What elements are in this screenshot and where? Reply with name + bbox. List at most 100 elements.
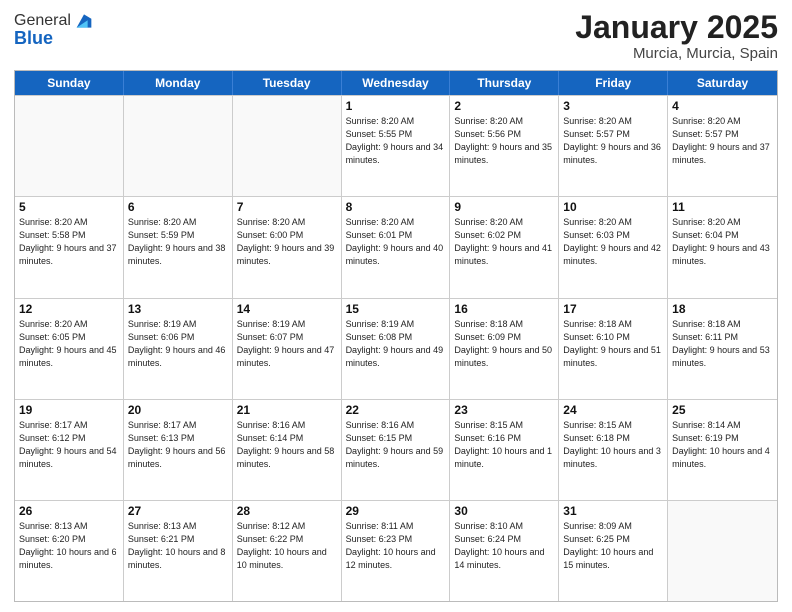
calendar-cell (124, 96, 233, 196)
day-number: 1 (346, 99, 446, 113)
calendar-cell: 6 Sunrise: 8:20 AM Sunset: 5:59 PM Daylig… (124, 197, 233, 297)
cell-info: Sunrise: 8:15 AM Sunset: 6:16 PM Dayligh… (454, 419, 554, 471)
day-number: 25 (672, 403, 773, 417)
calendar-cell: 24Sunrise: 8:15 AM Sunset: 6:18 PM Dayli… (559, 400, 668, 500)
calendar-cell: 17Sunrise: 8:18 AM Sunset: 6:10 PM Dayli… (559, 299, 668, 399)
day-number: 5 (19, 200, 119, 214)
day-number: 3 (563, 99, 663, 113)
day-number: 6 (128, 200, 228, 214)
cell-info: Sunrise: 8:20 AM Sunset: 5:58 PM Dayligh… (19, 216, 119, 268)
weekday-header: Wednesday (342, 71, 451, 95)
calendar-cell: 29 Sunrise: 8:11 AM Sunset: 6:23 PM Dayli… (342, 501, 451, 601)
cell-info: Sunrise: 8:20 AM Sunset: 5:56 PM Dayligh… (454, 115, 554, 167)
cell-info: Sunrise: 8:14 AM Sunset: 6:19 PM Dayligh… (672, 419, 773, 471)
cell-info: Sunrise: 8:13 AM Sunset: 6:21 PM Dayligh… (128, 520, 228, 572)
calendar-cell: 4 Sunrise: 8:20 AM Sunset: 5:57 PM Daylig… (668, 96, 777, 196)
calendar-cell: 20 Sunrise: 8:17 AM Sunset: 6:13 PM Dayli… (124, 400, 233, 500)
calendar-cell: 12 Sunrise: 8:20 AM Sunset: 6:05 PM Dayli… (15, 299, 124, 399)
cell-info: Sunrise: 8:10 AM Sunset: 6:24 PM Dayligh… (454, 520, 554, 572)
day-number: 30 (454, 504, 554, 518)
calendar-row: 5 Sunrise: 8:20 AM Sunset: 5:58 PM Daylig… (15, 196, 777, 297)
calendar-cell: 9 Sunrise: 8:20 AM Sunset: 6:02 PM Daylig… (450, 197, 559, 297)
cell-info: Sunrise: 8:17 AM Sunset: 6:12 PM Dayligh… (19, 419, 119, 471)
day-number: 18 (672, 302, 773, 316)
day-number: 16 (454, 302, 554, 316)
day-number: 29 (346, 504, 446, 518)
title-block: January 2025 Murcia, Murcia, Spain (575, 10, 778, 62)
cell-info: Sunrise: 8:12 AM Sunset: 6:22 PM Dayligh… (237, 520, 337, 572)
day-number: 9 (454, 200, 554, 214)
calendar-cell: 23Sunrise: 8:15 AM Sunset: 6:16 PM Dayli… (450, 400, 559, 500)
day-number: 26 (19, 504, 119, 518)
cell-info: Sunrise: 8:19 AM Sunset: 6:07 PM Dayligh… (237, 318, 337, 370)
cell-info: Sunrise: 8:17 AM Sunset: 6:13 PM Dayligh… (128, 419, 228, 471)
calendar-cell: 1 Sunrise: 8:20 AM Sunset: 5:55 PM Daylig… (342, 96, 451, 196)
calendar-cell: 5 Sunrise: 8:20 AM Sunset: 5:58 PM Daylig… (15, 197, 124, 297)
calendar-cell (668, 501, 777, 601)
cell-info: Sunrise: 8:20 AM Sunset: 5:57 PM Dayligh… (672, 115, 773, 167)
calendar-cell: 7Sunrise: 8:20 AM Sunset: 6:00 PM Daylig… (233, 197, 342, 297)
day-number: 15 (346, 302, 446, 316)
calendar-row: 1 Sunrise: 8:20 AM Sunset: 5:55 PM Daylig… (15, 95, 777, 196)
calendar-cell: 21 Sunrise: 8:16 AM Sunset: 6:14 PM Dayli… (233, 400, 342, 500)
calendar-row: 12 Sunrise: 8:20 AM Sunset: 6:05 PM Dayli… (15, 298, 777, 399)
weekday-header: Thursday (450, 71, 559, 95)
calendar-cell: 18 Sunrise: 8:18 AM Sunset: 6:11 PM Dayli… (668, 299, 777, 399)
month-title: January 2025 (575, 10, 778, 45)
cell-info: Sunrise: 8:19 AM Sunset: 6:08 PM Dayligh… (346, 318, 446, 370)
cell-info: Sunrise: 8:09 AM Sunset: 6:25 PM Dayligh… (563, 520, 663, 572)
weekday-header: Friday (559, 71, 668, 95)
day-number: 12 (19, 302, 119, 316)
calendar-cell: 13Sunrise: 8:19 AM Sunset: 6:06 PM Dayli… (124, 299, 233, 399)
day-number: 14 (237, 302, 337, 316)
cell-info: Sunrise: 8:16 AM Sunset: 6:15 PM Dayligh… (346, 419, 446, 471)
day-number: 21 (237, 403, 337, 417)
calendar-body: 1 Sunrise: 8:20 AM Sunset: 5:55 PM Daylig… (15, 95, 777, 601)
calendar-cell: 26 Sunrise: 8:13 AM Sunset: 6:20 PM Dayli… (15, 501, 124, 601)
logo-icon (73, 10, 95, 32)
calendar-row: 26 Sunrise: 8:13 AM Sunset: 6:20 PM Dayli… (15, 500, 777, 601)
cell-info: Sunrise: 8:20 AM Sunset: 6:05 PM Dayligh… (19, 318, 119, 370)
day-number: 8 (346, 200, 446, 214)
calendar-cell: 22 Sunrise: 8:16 AM Sunset: 6:15 PM Dayli… (342, 400, 451, 500)
cell-info: Sunrise: 8:20 AM Sunset: 6:01 PM Dayligh… (346, 216, 446, 268)
calendar-cell (233, 96, 342, 196)
cell-info: Sunrise: 8:20 AM Sunset: 5:57 PM Dayligh… (563, 115, 663, 167)
day-number: 17 (563, 302, 663, 316)
day-number: 31 (563, 504, 663, 518)
calendar-cell: 11Sunrise: 8:20 AM Sunset: 6:04 PM Dayli… (668, 197, 777, 297)
cell-info: Sunrise: 8:16 AM Sunset: 6:14 PM Dayligh… (237, 419, 337, 471)
calendar-header-row: SundayMondayTuesdayWednesdayThursdayFrid… (15, 71, 777, 95)
day-number: 20 (128, 403, 228, 417)
cell-info: Sunrise: 8:19 AM Sunset: 6:06 PM Dayligh… (128, 318, 228, 370)
day-number: 22 (346, 403, 446, 417)
location-title: Murcia, Murcia, Spain (575, 45, 778, 62)
cell-info: Sunrise: 8:20 AM Sunset: 5:59 PM Dayligh… (128, 216, 228, 268)
cell-info: Sunrise: 8:20 AM Sunset: 6:03 PM Dayligh… (563, 216, 663, 268)
calendar-cell: 15 Sunrise: 8:19 AM Sunset: 6:08 PM Dayli… (342, 299, 451, 399)
calendar-page: General Blue January 2025 Murcia, Murcia… (0, 0, 792, 612)
calendar-cell: 31 Sunrise: 8:09 AM Sunset: 6:25 PM Dayli… (559, 501, 668, 601)
header: General Blue January 2025 Murcia, Murcia… (14, 10, 778, 62)
calendar-cell: 2Sunrise: 8:20 AM Sunset: 5:56 PM Daylig… (450, 96, 559, 196)
cell-info: Sunrise: 8:20 AM Sunset: 6:02 PM Dayligh… (454, 216, 554, 268)
cell-info: Sunrise: 8:20 AM Sunset: 5:55 PM Dayligh… (346, 115, 446, 167)
cell-info: Sunrise: 8:18 AM Sunset: 6:11 PM Dayligh… (672, 318, 773, 370)
cell-info: Sunrise: 8:20 AM Sunset: 6:00 PM Dayligh… (237, 216, 337, 268)
calendar-cell: 8 Sunrise: 8:20 AM Sunset: 6:01 PM Daylig… (342, 197, 451, 297)
cell-info: Sunrise: 8:13 AM Sunset: 6:20 PM Dayligh… (19, 520, 119, 572)
day-number: 10 (563, 200, 663, 214)
cell-info: Sunrise: 8:11 AM Sunset: 6:23 PM Dayligh… (346, 520, 446, 572)
calendar-cell: 10 Sunrise: 8:20 AM Sunset: 6:03 PM Dayli… (559, 197, 668, 297)
calendar-cell: 14 Sunrise: 8:19 AM Sunset: 6:07 PM Dayli… (233, 299, 342, 399)
calendar-cell: 30 Sunrise: 8:10 AM Sunset: 6:24 PM Dayli… (450, 501, 559, 601)
calendar-cell: 25 Sunrise: 8:14 AM Sunset: 6:19 PM Dayli… (668, 400, 777, 500)
cell-info: Sunrise: 8:20 AM Sunset: 6:04 PM Dayligh… (672, 216, 773, 268)
cell-info: Sunrise: 8:18 AM Sunset: 6:09 PM Dayligh… (454, 318, 554, 370)
weekday-header: Tuesday (233, 71, 342, 95)
day-number: 19 (19, 403, 119, 417)
logo: General Blue (14, 10, 95, 49)
calendar-cell: 19 Sunrise: 8:17 AM Sunset: 6:12 PM Dayli… (15, 400, 124, 500)
day-number: 4 (672, 99, 773, 113)
calendar-cell (15, 96, 124, 196)
